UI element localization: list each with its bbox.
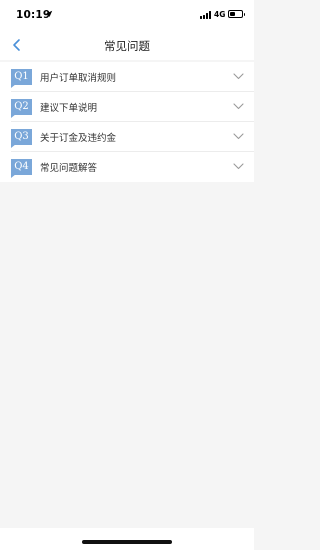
chevron-down-icon[interactable] xyxy=(233,73,244,80)
question-badge: Q1 xyxy=(11,69,32,88)
chevron-down-icon[interactable] xyxy=(233,133,244,140)
faq-item-label: 关于订金及违约金 xyxy=(40,133,117,144)
question-badge-label: Q4 xyxy=(14,161,29,172)
screen: 10:19 4G 常见问题 Q1 用户订单取消规则 Q2 建议下单说明 Q3 关于订金及违… xyxy=(0,0,254,550)
status-bar: 10:19 4G xyxy=(0,0,254,30)
question-badge: Q4 xyxy=(11,159,32,178)
bottom-safe-area xyxy=(0,528,254,550)
network-type: 4G xyxy=(214,10,226,19)
faq-item-label: 常见问题解答 xyxy=(40,163,98,174)
question-badge: Q3 xyxy=(11,129,32,148)
chevron-down-icon[interactable] xyxy=(233,163,244,170)
chevron-down-icon[interactable] xyxy=(233,103,244,110)
faq-item-label: 建议下单说明 xyxy=(40,103,98,114)
question-badge-label: Q1 xyxy=(14,71,29,82)
battery-icon xyxy=(228,10,245,18)
faq-item[interactable]: Q2 建议下单说明 xyxy=(0,92,254,122)
signal-icon xyxy=(200,11,212,19)
faq-item[interactable]: Q1 用户订单取消规则 xyxy=(0,62,254,92)
question-badge-label: Q2 xyxy=(14,101,29,112)
question-badge-label: Q3 xyxy=(14,131,29,142)
nav-bar: 常见问题 xyxy=(0,30,254,60)
question-badge: Q2 xyxy=(11,99,32,118)
faq-item[interactable]: Q4 常见问题解答 xyxy=(0,152,254,182)
faq-list: Q1 用户订单取消规则 Q2 建议下单说明 Q3 关于订金及违约金 Q4 常见问题解答 xyxy=(0,62,254,182)
location-arrow-icon xyxy=(45,10,53,18)
home-indicator[interactable] xyxy=(82,540,172,544)
faq-item[interactable]: Q3 关于订金及违约金 xyxy=(0,122,254,152)
page-title: 常见问题 xyxy=(104,39,150,53)
faq-item-label: 用户订单取消规则 xyxy=(40,73,117,84)
